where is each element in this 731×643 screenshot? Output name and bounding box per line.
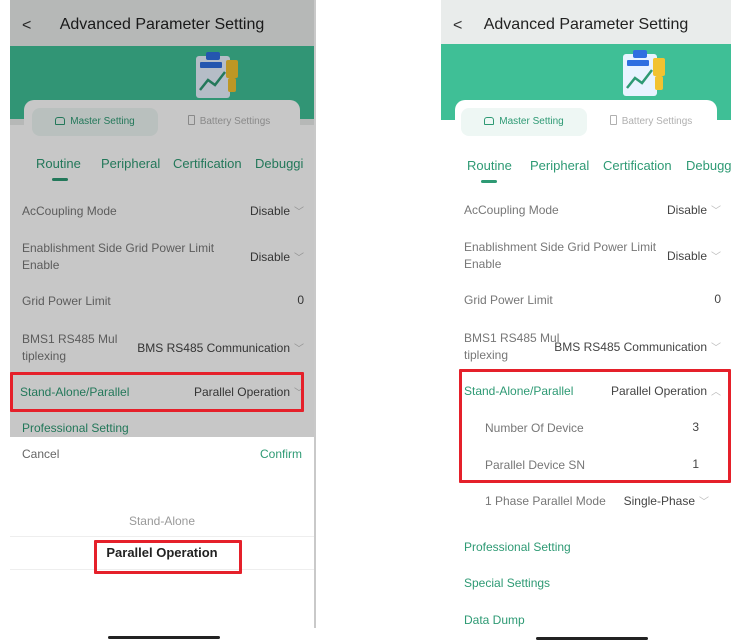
phone-screen-left: < Advanced Parameter Setting Master Sett… bbox=[10, 0, 314, 628]
row-value-wrap: Disable ﹀ bbox=[667, 202, 721, 217]
row-label-line2: tiplexing bbox=[464, 348, 509, 362]
highlight-box-parallel-section bbox=[459, 369, 731, 483]
tab-master-label: Master Setting bbox=[499, 116, 564, 127]
tab-debugging[interactable]: Debuggi bbox=[686, 158, 731, 173]
row-value-wrap: BMS RS485 Communication ﹀ bbox=[554, 339, 721, 354]
row-value: BMS RS485 Communication bbox=[554, 340, 707, 354]
home-icon bbox=[484, 117, 495, 125]
option-stand-alone[interactable]: Stand-Alone bbox=[10, 514, 314, 528]
page-title: Advanced Parameter Setting bbox=[483, 16, 689, 33]
row-value: Disable bbox=[666, 249, 707, 263]
confirm-button[interactable]: Confirm bbox=[260, 447, 302, 461]
row-phase-parallel-mode[interactable]: 1 Phase Parallel Mode Single-Phase ﹀ bbox=[441, 493, 731, 513]
tab-battery-label: Battery Settings bbox=[621, 116, 693, 127]
row-value-wrap: Single-Phase ﹀ bbox=[624, 493, 709, 508]
chevron-down-icon: ﹀ bbox=[711, 206, 721, 217]
chevron-down-icon: ﹀ bbox=[711, 252, 721, 263]
chevron-down-icon: ﹀ bbox=[711, 343, 721, 354]
tab-bar: Routine Peripheral Certification Debuggi bbox=[441, 150, 731, 190]
row-grid-power-limit[interactable]: Grid Power Limit 0 bbox=[441, 292, 731, 312]
tab-peripheral[interactable]: Peripheral bbox=[530, 158, 589, 173]
clipboard-chart-illustration bbox=[623, 50, 665, 96]
row-establishment-grid-limit[interactable]: Enablishment Side Grid Power Limit Enable… bbox=[441, 239, 731, 279]
row-label-line1: BMS1 RS485 Mul bbox=[464, 331, 560, 345]
highlight-box-stand-alone bbox=[10, 372, 304, 412]
home-indicator-right bbox=[536, 637, 648, 640]
row-value: Disable bbox=[666, 203, 707, 217]
data-dump-link[interactable]: Data Dump bbox=[464, 613, 525, 627]
row-label: 1 Phase Parallel Mode bbox=[485, 494, 606, 508]
tab-routine[interactable]: Routine bbox=[467, 158, 512, 173]
battery-icon bbox=[609, 115, 617, 125]
chevron-down-icon: ﹀ bbox=[699, 497, 709, 508]
settings-type-card: Master Setting Battery Settings bbox=[455, 100, 717, 140]
tab-battery-settings[interactable]: Battery Settings bbox=[591, 108, 711, 136]
row-label-wrap: BMS1 RS485 Mul tiplexing bbox=[464, 330, 559, 364]
row-label-line1: Enablishment Side Grid Power Limit bbox=[464, 240, 657, 254]
tab-active-indicator bbox=[481, 180, 497, 183]
special-settings-link[interactable]: Special Settings bbox=[464, 576, 550, 590]
tab-certification[interactable]: Certification bbox=[603, 158, 672, 173]
cancel-button[interactable]: Cancel bbox=[22, 447, 59, 461]
row-label-line2: Enable bbox=[464, 257, 502, 271]
row-bms-rs485[interactable]: BMS1 RS485 Mul tiplexing BMS RS485 Commun… bbox=[441, 330, 731, 370]
tab-master-setting[interactable]: Master Setting bbox=[461, 108, 587, 136]
home-indicator-left bbox=[108, 636, 220, 639]
row-label: AcCoupling Mode bbox=[464, 203, 559, 217]
phone-screen-right: < Advanced Parameter Setting Master Sett… bbox=[441, 0, 731, 636]
row-label: Grid Power Limit bbox=[464, 293, 553, 307]
row-accoupling-mode[interactable]: AcCoupling Mode Disable ﹀ bbox=[441, 202, 731, 222]
picker-sheet: Cancel Confirm Stand-Alone Parallel Oper… bbox=[10, 437, 314, 628]
row-value: Single-Phase bbox=[623, 494, 695, 508]
highlight-box-parallel-option bbox=[94, 540, 242, 574]
row-value-wrap: Disable ﹀ bbox=[667, 248, 721, 263]
row-value: 0 bbox=[714, 292, 721, 306]
professional-setting-link[interactable]: Professional Setting bbox=[464, 540, 571, 554]
row-label-wrap: Enablishment Side Grid Power Limit Enable bbox=[464, 239, 656, 273]
divider bbox=[314, 0, 316, 628]
